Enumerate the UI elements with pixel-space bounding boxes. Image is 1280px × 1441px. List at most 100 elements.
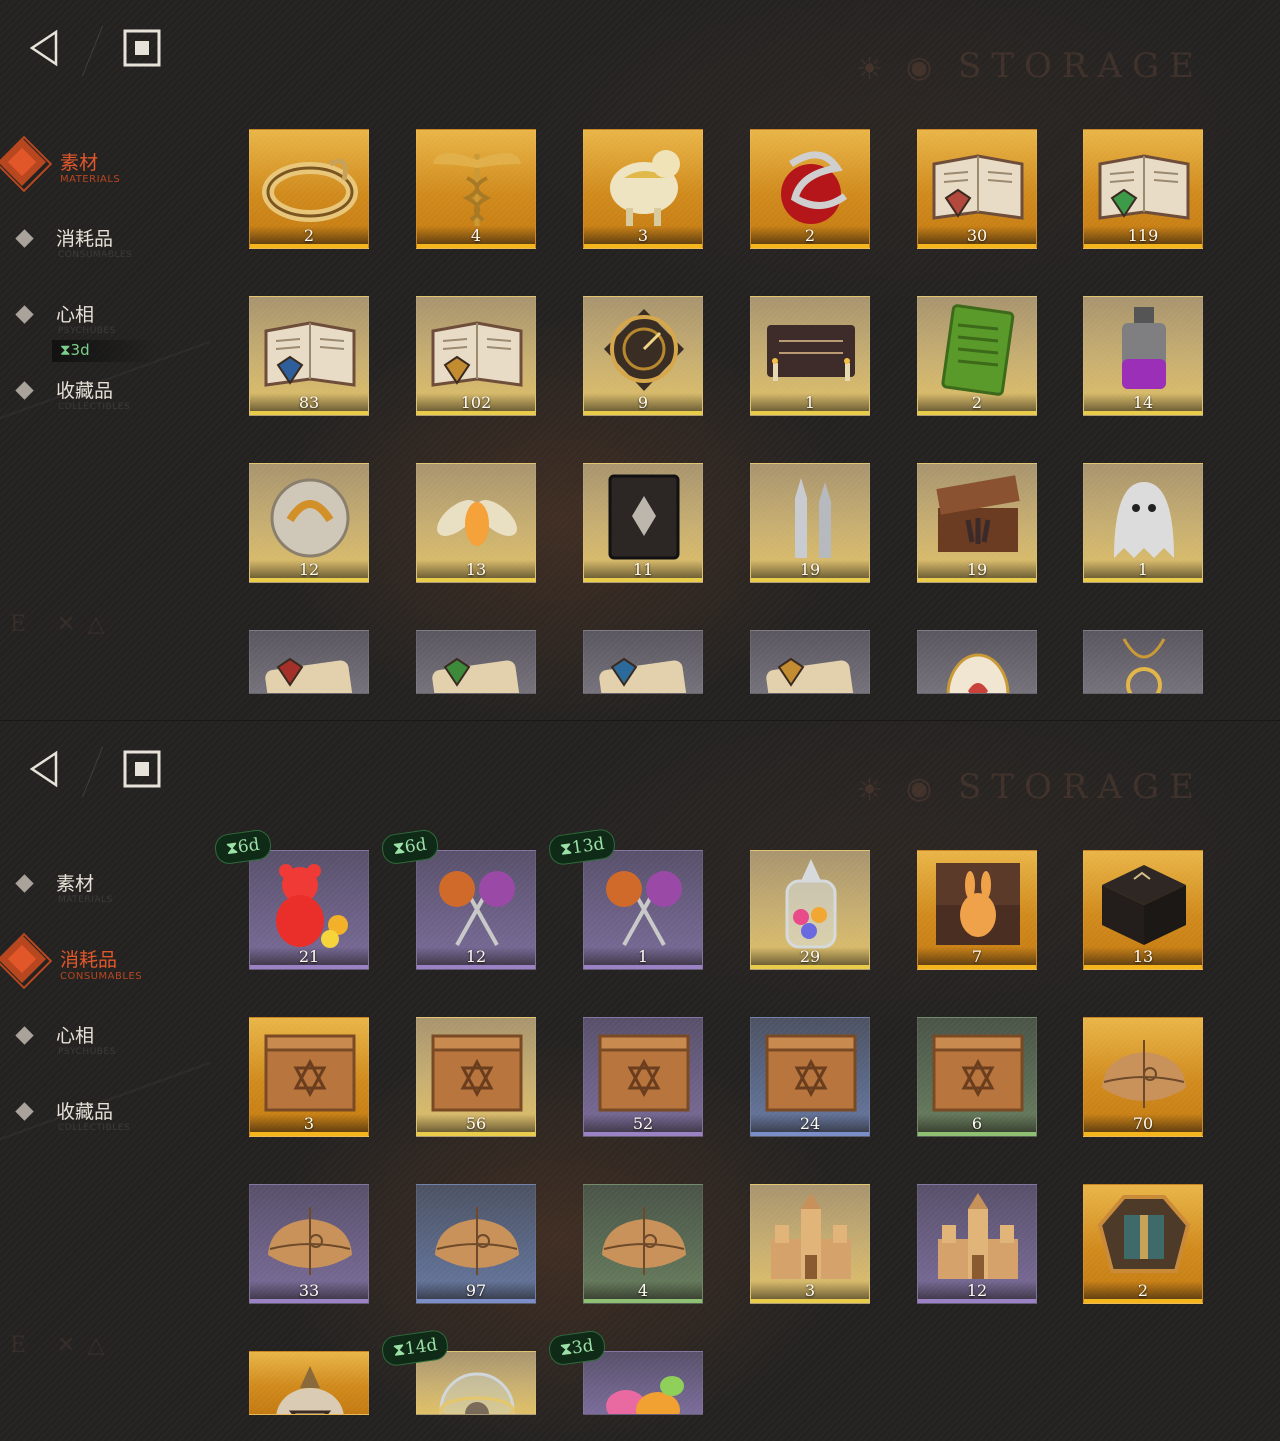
item-slot[interactable] xyxy=(416,630,536,694)
home-button[interactable] xyxy=(122,749,162,789)
rabbit-box-icon xyxy=(928,855,1028,951)
item-slot[interactable]: 29 xyxy=(750,850,870,970)
item-slot[interactable]: 14 xyxy=(1083,296,1203,416)
rarity-bar xyxy=(1084,1299,1202,1303)
parcel-icon xyxy=(427,1189,527,1285)
item-slot[interactable]: 19 xyxy=(750,463,870,583)
item-count: 9 xyxy=(637,393,649,412)
item-slot[interactable]: 13 xyxy=(1083,850,1203,970)
pendant-necklace-icon xyxy=(1094,635,1194,693)
item-slot[interactable]: 56 xyxy=(416,1017,536,1137)
item-slot[interactable]: 4 xyxy=(416,129,536,249)
parcel-icon xyxy=(594,1189,694,1285)
item-slot[interactable]: 3 xyxy=(249,1017,369,1137)
timer-text: ⧗3d xyxy=(558,1335,595,1361)
storage-screen-materials: ☀ ◉ STORAGE E ✕△ 素材 MATERIALS 消耗品 CONSUMABLES ⧗3… xyxy=(0,0,1280,720)
nav-item-psychubes[interactable]: 心相 PSYCHUBES xyxy=(14,1021,214,1081)
item-slot[interactable]: 33 xyxy=(249,1184,369,1304)
item-slot[interactable]: 97 xyxy=(416,1184,536,1304)
item-slot[interactable]: 11 xyxy=(583,463,703,583)
home-button[interactable] xyxy=(122,28,162,68)
item-slot[interactable]: 3 xyxy=(583,129,703,249)
item-slot[interactable]: 2 xyxy=(917,296,1037,416)
nav-label: 心相 xyxy=(56,1025,95,1047)
nav-item-materials[interactable]: 素材 MATERIALS xyxy=(14,869,214,929)
item-slot[interactable]: 12 xyxy=(249,463,369,583)
storage-screen-consumables: ☀ ◉ STORAGE E ✕△ 素材 MATERIALS 消耗品 CONSUMABLES 心相… xyxy=(0,720,1280,1441)
item-slot[interactable]: 9 xyxy=(583,296,703,416)
header-divider xyxy=(81,746,104,798)
nav-sublabel: COLLECTIBLES xyxy=(58,1123,131,1133)
nav-sublabel: MATERIALS xyxy=(60,174,121,185)
item-count: 30 xyxy=(966,226,988,245)
item-count: 4 xyxy=(637,1281,649,1300)
nav-item-collectibles[interactable]: 收藏品 COLLECTIBLES xyxy=(14,1097,214,1157)
item-count: 19 xyxy=(966,560,988,579)
item-slot[interactable]: 2 xyxy=(750,129,870,249)
nav-item-psychubes[interactable]: 心相 PSYCHUBES xyxy=(14,300,214,360)
item-slot[interactable]: 7 xyxy=(917,850,1037,970)
rarity-bar xyxy=(250,1132,368,1136)
item-slot[interactable]: 2 xyxy=(1083,1184,1203,1304)
nav-item-materials[interactable]: 素材 MATERIALS xyxy=(0,135,214,208)
timer-text: ⧗6d xyxy=(391,834,428,860)
item-slot[interactable]: 4 xyxy=(583,1184,703,1304)
lollipops-icon xyxy=(427,855,527,951)
item-slot[interactable]: 119 xyxy=(1083,129,1203,249)
item-slot[interactable] xyxy=(583,630,703,694)
gold-rune-book-icon xyxy=(427,301,527,397)
rarity-bar xyxy=(918,244,1036,248)
nav-item-consumables[interactable]: 消耗品 CONSUMABLES xyxy=(0,932,214,1005)
item-count: 14 xyxy=(1132,393,1154,412)
item-slot[interactable]: ⧗3d xyxy=(547,1329,703,1415)
item-slot[interactable]: 19 xyxy=(917,463,1037,583)
diamond-icon xyxy=(15,1026,34,1045)
item-slot[interactable]: 12 xyxy=(917,1184,1037,1304)
sun-watermark-icon: ☀ xyxy=(856,52,883,87)
nav-sublabel: MATERIALS xyxy=(58,895,113,905)
item-slot[interactable]: ⧗14d xyxy=(380,1328,536,1415)
nav-label: 收藏品 xyxy=(56,380,114,402)
green-scroll-icon xyxy=(427,635,527,693)
item-slot[interactable]: 1 ⧗13d xyxy=(547,827,703,970)
back-button[interactable] xyxy=(26,28,66,68)
item-count: 13 xyxy=(465,560,487,579)
castle-icon xyxy=(761,1189,861,1285)
back-arrow-icon xyxy=(29,29,58,67)
rarity-bar xyxy=(1084,411,1202,415)
rarity-bar xyxy=(918,1132,1036,1136)
item-slot[interactable] xyxy=(249,1351,369,1415)
item-slot[interactable] xyxy=(750,630,870,694)
item-count: 1 xyxy=(804,393,816,412)
item-slot[interactable]: 70 xyxy=(1083,1017,1203,1137)
nav-item-consumables[interactable]: 消耗品 CONSUMABLES xyxy=(14,224,214,284)
item-slot[interactable]: 21 ⧗6d xyxy=(213,828,369,970)
item-slot[interactable] xyxy=(1083,630,1203,694)
eye-watermark-icon: ◉ xyxy=(906,771,933,806)
timer-text: ⧗13d xyxy=(558,834,606,860)
wooden-crate-icon xyxy=(427,1022,527,1118)
item-slot[interactable]: 52 xyxy=(583,1017,703,1137)
nav-item-collectibles[interactable]: 收藏品 COLLECTIBLES xyxy=(14,376,214,436)
item-slot[interactable]: 6 xyxy=(917,1017,1037,1137)
item-slot[interactable]: 13 xyxy=(416,463,536,583)
item-slot[interactable]: 83 xyxy=(249,296,369,416)
item-slot[interactable] xyxy=(917,630,1037,694)
item-slot[interactable]: 30 xyxy=(917,129,1037,249)
home-square-icon xyxy=(123,29,161,67)
rarity-bar xyxy=(751,578,869,582)
item-count: 119 xyxy=(1127,226,1159,245)
back-button[interactable] xyxy=(26,749,66,789)
item-slot[interactable] xyxy=(249,630,369,694)
item-count: 11 xyxy=(632,560,654,579)
item-slot[interactable]: 1 xyxy=(1083,463,1203,583)
item-slot[interactable]: 102 xyxy=(416,296,536,416)
item-slot[interactable]: 3 xyxy=(750,1184,870,1304)
item-count: 13 xyxy=(1132,947,1154,966)
item-slot[interactable]: 2 xyxy=(249,129,369,249)
snake-apple-icon xyxy=(761,134,861,230)
item-count: 2 xyxy=(971,393,983,412)
item-slot[interactable]: 12 ⧗6d xyxy=(380,828,536,970)
item-slot[interactable]: 24 xyxy=(750,1017,870,1137)
item-slot[interactable]: 1 xyxy=(750,296,870,416)
